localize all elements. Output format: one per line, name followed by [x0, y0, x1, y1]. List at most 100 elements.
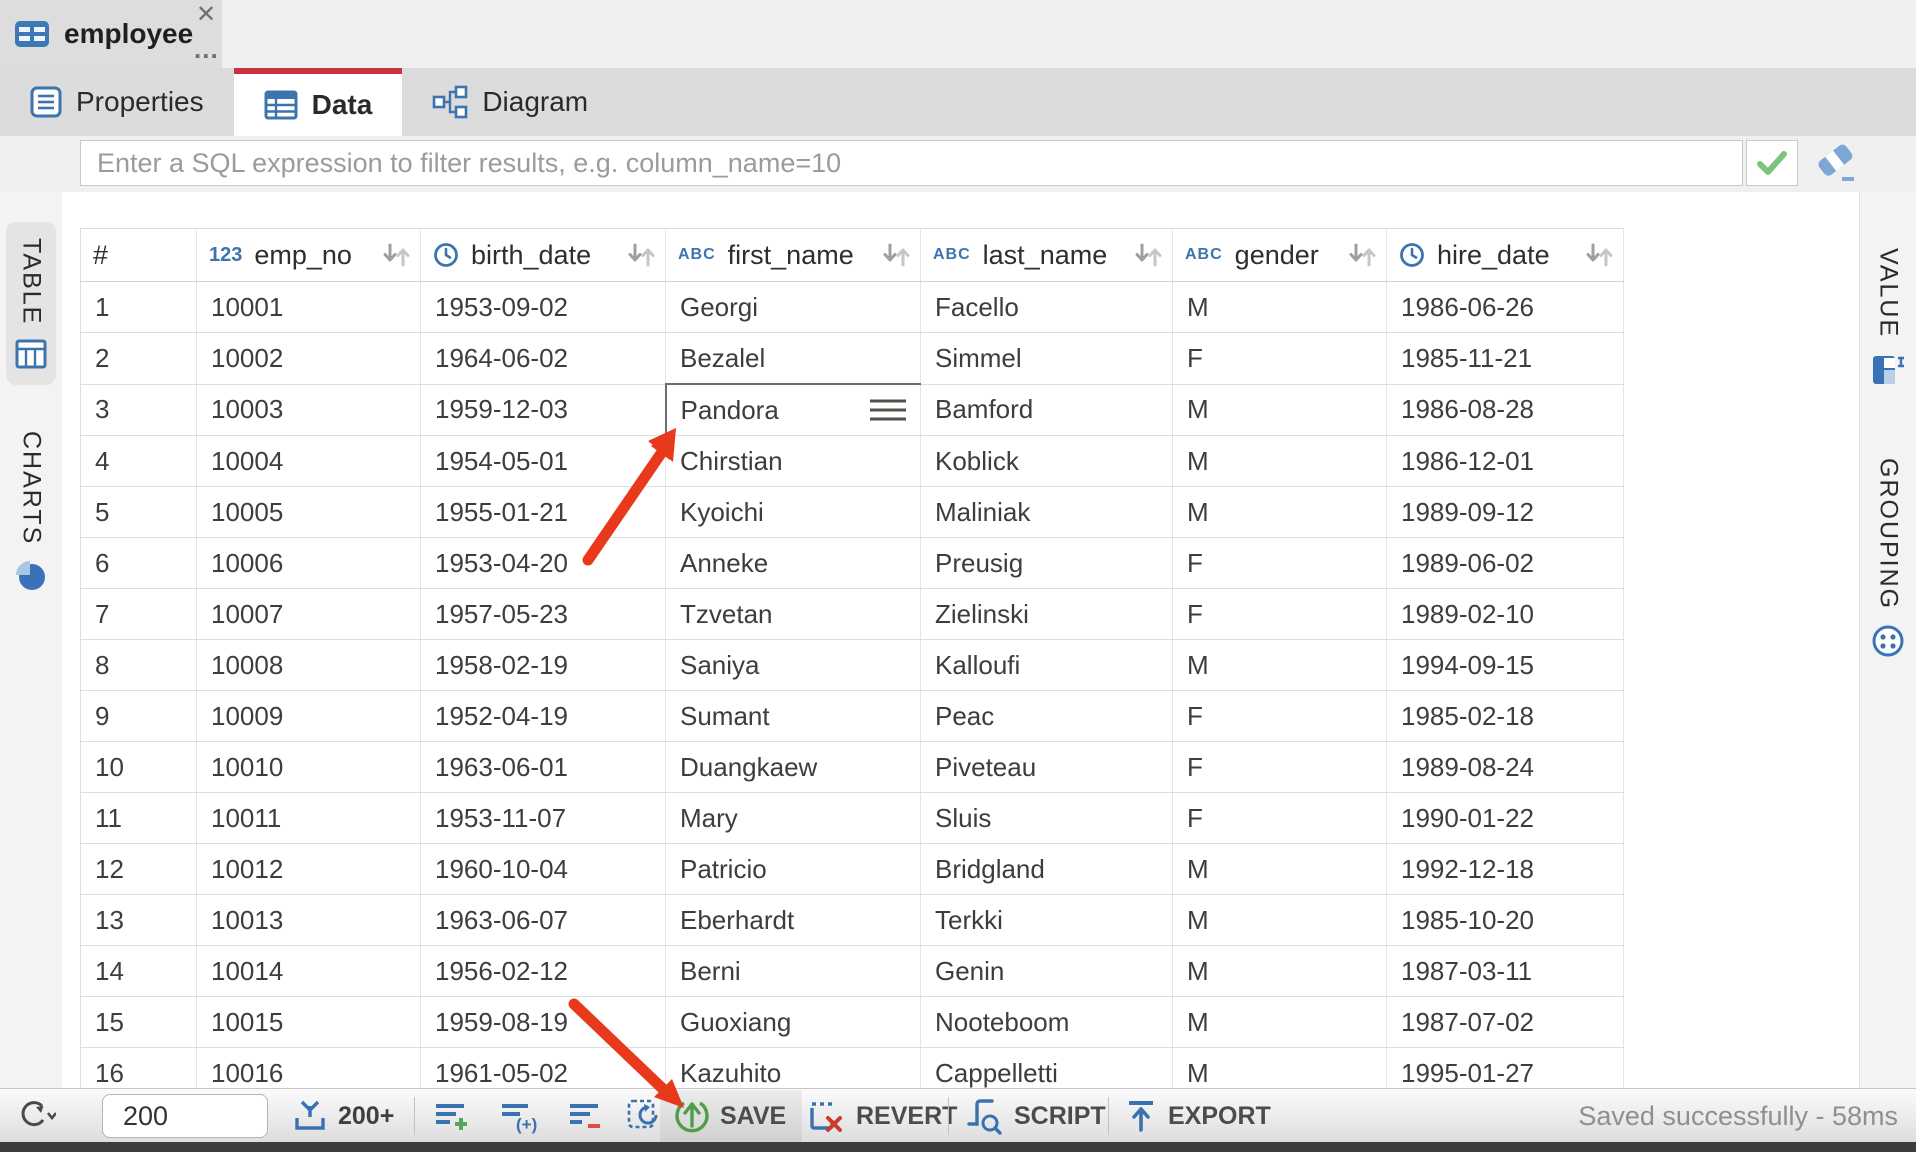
- cell[interactable]: 1987-03-11: [1387, 946, 1624, 997]
- row-number-cell[interactable]: 14: [81, 946, 197, 997]
- cell[interactable]: 1994-09-15: [1387, 640, 1624, 691]
- clear-filter-icon[interactable]: [1812, 144, 1860, 184]
- cell[interactable]: F: [1173, 333, 1387, 385]
- cell-menu-icon[interactable]: [870, 400, 906, 421]
- cell[interactable]: 10011: [197, 793, 421, 844]
- cell[interactable]: Kazuhito: [666, 1048, 921, 1089]
- cell[interactable]: 1995-01-27: [1387, 1048, 1624, 1089]
- cell[interactable]: 10010: [197, 742, 421, 793]
- close-icon[interactable]: ✕: [196, 2, 216, 28]
- panel-tab-charts[interactable]: CHARTS: [6, 415, 56, 607]
- cell[interactable]: 1953-11-07: [421, 793, 666, 844]
- apply-filter-button[interactable]: [1746, 140, 1798, 186]
- cell[interactable]: Kalloufi: [921, 640, 1173, 691]
- cell[interactable]: 1986-06-26: [1387, 282, 1624, 333]
- cell[interactable]: 1958-02-19: [421, 640, 666, 691]
- cell[interactable]: 10016: [197, 1048, 421, 1089]
- cell[interactable]: Duangkaew: [666, 742, 921, 793]
- column-header-first_name[interactable]: ABCfirst_name: [666, 229, 921, 282]
- cell[interactable]: 1953-09-02: [421, 282, 666, 333]
- panel-tab-table[interactable]: TABLE: [6, 222, 56, 385]
- cell[interactable]: Zielinski: [921, 589, 1173, 640]
- cell[interactable]: 10015: [197, 997, 421, 1048]
- tab-properties[interactable]: Properties: [0, 68, 234, 136]
- cell[interactable]: F: [1173, 691, 1387, 742]
- row-number-cell[interactable]: 6: [81, 538, 197, 589]
- filter-input[interactable]: [80, 140, 1743, 186]
- cell[interactable]: M: [1173, 436, 1387, 487]
- cell[interactable]: 10005: [197, 487, 421, 538]
- row-number-cell[interactable]: 13: [81, 895, 197, 946]
- tab-overflow-icon[interactable]: ...: [194, 34, 219, 65]
- cell[interactable]: 1987-07-02: [1387, 997, 1624, 1048]
- cell[interactable]: Tzvetan: [666, 589, 921, 640]
- fetch-size-input[interactable]: [102, 1094, 268, 1138]
- cell[interactable]: 1986-12-01: [1387, 436, 1624, 487]
- cell[interactable]: 1985-11-21: [1387, 333, 1624, 385]
- row-number-cell[interactable]: 3: [81, 384, 197, 436]
- cell[interactable]: M: [1173, 895, 1387, 946]
- cell[interactable]: Bezalel: [666, 333, 921, 385]
- cell[interactable]: Georgi: [666, 282, 921, 333]
- duplicate-row-button[interactable]: (+): [498, 1089, 542, 1143]
- cell[interactable]: 1989-08-24: [1387, 742, 1624, 793]
- script-button[interactable]: SCRIPT: [964, 1089, 1106, 1143]
- cell[interactable]: 1956-02-12: [421, 946, 666, 997]
- tab-diagram[interactable]: Diagram: [402, 68, 618, 136]
- cell[interactable]: 10001: [197, 282, 421, 333]
- row-number-cell[interactable]: 1: [81, 282, 197, 333]
- sort-icon[interactable]: [1132, 241, 1164, 269]
- cell[interactable]: Kyoichi: [666, 487, 921, 538]
- cell[interactable]: Sumant: [666, 691, 921, 742]
- cell[interactable]: 10012: [197, 844, 421, 895]
- cell[interactable]: 10006: [197, 538, 421, 589]
- cell[interactable]: Peac: [921, 691, 1173, 742]
- row-number-cell[interactable]: 9: [81, 691, 197, 742]
- cell[interactable]: 10013: [197, 895, 421, 946]
- sort-icon[interactable]: [1346, 241, 1378, 269]
- cell[interactable]: 1964-06-02: [421, 333, 666, 385]
- row-number-header[interactable]: #: [81, 229, 197, 282]
- row-number-cell[interactable]: 7: [81, 589, 197, 640]
- editor-tab-employee[interactable]: employee ✕ ...: [0, 0, 222, 68]
- row-number-cell[interactable]: 15: [81, 997, 197, 1048]
- cell[interactable]: 1955-01-21: [421, 487, 666, 538]
- cell[interactable]: Berni: [666, 946, 921, 997]
- cell[interactable]: M: [1173, 640, 1387, 691]
- cell[interactable]: Saniya: [666, 640, 921, 691]
- cell[interactable]: 1961-05-02: [421, 1048, 666, 1089]
- cell[interactable]: Anneke: [666, 538, 921, 589]
- export-button[interactable]: EXPORT: [1124, 1089, 1271, 1143]
- cell[interactable]: Guoxiang: [666, 997, 921, 1048]
- cell[interactable]: 1986-08-28: [1387, 384, 1624, 436]
- cell[interactable]: M: [1173, 997, 1387, 1048]
- cell[interactable]: F: [1173, 538, 1387, 589]
- cell[interactable]: F: [1173, 742, 1387, 793]
- tab-data[interactable]: Data: [234, 68, 403, 136]
- cell[interactable]: 10002: [197, 333, 421, 385]
- cell[interactable]: Sluis: [921, 793, 1173, 844]
- cell[interactable]: 1963-06-07: [421, 895, 666, 946]
- column-header-last_name[interactable]: ABClast_name: [921, 229, 1173, 282]
- sort-icon[interactable]: [380, 241, 412, 269]
- cell[interactable]: 1990-01-22: [1387, 793, 1624, 844]
- cell[interactable]: Nooteboom: [921, 997, 1173, 1048]
- cell[interactable]: M: [1173, 1048, 1387, 1089]
- cell[interactable]: 10007: [197, 589, 421, 640]
- cell[interactable]: 1954-05-01: [421, 436, 666, 487]
- add-row-button[interactable]: [432, 1089, 472, 1143]
- cell[interactable]: 1960-10-04: [421, 844, 666, 895]
- cell[interactable]: 1985-02-18: [1387, 691, 1624, 742]
- cell[interactable]: Piveteau: [921, 742, 1173, 793]
- cell[interactable]: Bamford: [921, 384, 1173, 436]
- selected-cell[interactable]: Pandora: [666, 384, 921, 436]
- cell[interactable]: 1959-12-03: [421, 384, 666, 436]
- sort-icon[interactable]: [625, 241, 657, 269]
- row-number-cell[interactable]: 10: [81, 742, 197, 793]
- cell[interactable]: Simmel: [921, 333, 1173, 385]
- column-header-birth_date[interactable]: birth_date: [421, 229, 666, 282]
- cell[interactable]: 1985-10-20: [1387, 895, 1624, 946]
- cell[interactable]: 1989-06-02: [1387, 538, 1624, 589]
- cell[interactable]: Maliniak: [921, 487, 1173, 538]
- cell[interactable]: Facello: [921, 282, 1173, 333]
